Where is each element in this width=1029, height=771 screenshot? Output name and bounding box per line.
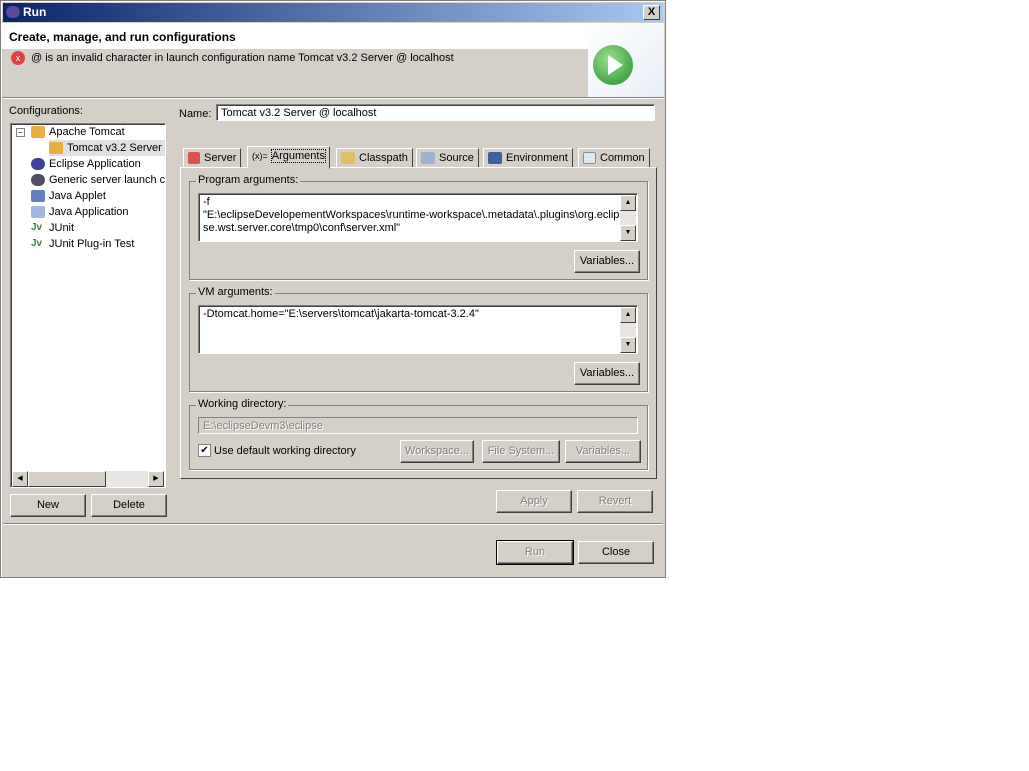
close-button[interactable]: Close: [578, 541, 654, 564]
use-default-label[interactable]: Use default working directory: [214, 445, 356, 457]
scroll-right-button[interactable]: ▶: [148, 471, 164, 487]
error-message: @ is an invalid character in launch conf…: [31, 52, 454, 64]
server-tab-icon: [188, 152, 200, 165]
scroll-up-button[interactable]: ▲: [620, 195, 636, 211]
collapse-icon[interactable]: −: [16, 128, 25, 137]
workspace-button[interactable]: Workspace...: [400, 440, 474, 463]
tree-item-tomcat-server[interactable]: Tomcat v3.2 Server @ localhost: [49, 140, 165, 156]
revert-button[interactable]: Revert: [577, 490, 653, 513]
program-arguments-textarea[interactable]: -f "E:\eclipseDevelopementWorkspaces\run…: [198, 193, 638, 242]
run-banner-image: [588, 23, 664, 97]
vm-variables-button[interactable]: Variables...: [574, 362, 640, 385]
tree-item-java-applet[interactable]: Java Applet: [31, 188, 106, 204]
vm-arguments-label: VM arguments:: [196, 286, 275, 298]
scroll-up-button[interactable]: ▲: [620, 307, 636, 323]
tab-label: Source: [439, 152, 474, 164]
text-line: -f: [203, 196, 210, 208]
program-arguments-label: Program arguments:: [196, 174, 301, 186]
server-icon: [31, 174, 45, 187]
dialog-header: Create, manage, and run configurations: [2, 23, 664, 49]
tab-label: Server: [204, 152, 237, 164]
variable-icon: (x)=: [252, 151, 268, 161]
horizontal-scrollbar[interactable]: ◀ ▶: [12, 471, 164, 487]
name-label: Name:: [179, 108, 212, 120]
junit-icon: Jv: [31, 222, 43, 234]
tree-label: Apache Tomcat: [49, 126, 125, 138]
tree-item-apache-tomcat[interactable]: Apache Tomcat: [31, 124, 125, 140]
scroll-down-button[interactable]: ▼: [620, 225, 636, 241]
configurations-label: Configurations:: [9, 105, 83, 117]
program-variables-button[interactable]: Variables...: [574, 250, 640, 273]
configurations-tree[interactable]: − Apache Tomcat Tomcat v3.2 Server @ loc…: [10, 123, 166, 488]
tomcat-icon: [49, 142, 63, 155]
tree-label: JUnit: [49, 222, 75, 234]
error-icon: x: [11, 51, 25, 65]
scroll-thumb[interactable]: [28, 471, 106, 487]
tab-common[interactable]: Common: [578, 148, 650, 168]
header-title: Create, manage, and run configurations: [9, 30, 236, 44]
vm-arguments-textarea[interactable]: -Dtomcat.home="E:\servers\tomcat\jakarta…: [198, 305, 638, 354]
workdir-variables-button[interactable]: Variables...: [565, 440, 641, 463]
java-app-icon: [31, 206, 45, 219]
common-icon: [583, 152, 596, 165]
tree-label: Java Applet: [49, 190, 106, 202]
delete-button[interactable]: Delete: [91, 494, 167, 517]
new-button[interactable]: New: [10, 494, 86, 517]
tree-label: Tomcat v3.2 Server @ localhost: [67, 142, 165, 154]
window-title: Run: [23, 5, 47, 19]
tree-item-generic-server[interactable]: Generic server launch configuration: [31, 172, 166, 188]
tomcat-icon: [31, 126, 45, 139]
tree-label: Generic server launch configuration: [49, 174, 166, 186]
name-input[interactable]: Tomcat v3.2 Server @ localhost: [216, 104, 655, 121]
close-window-button[interactable]: X: [643, 5, 660, 20]
file-system-button[interactable]: File System...: [482, 440, 560, 463]
message-area: x @ is an invalid character in launch co…: [2, 49, 588, 97]
scroll-down-button[interactable]: ▼: [620, 337, 636, 353]
tree-item-java-application[interactable]: Java Application: [31, 204, 129, 220]
text-line: "E:\eclipseDevelopementWorkspaces\runtim…: [203, 209, 620, 221]
tree-item-junit[interactable]: Jv JUnit: [31, 220, 74, 236]
tree-item-eclipse-application[interactable]: Eclipse Application: [31, 156, 141, 172]
junit-plugin-icon: Jv: [31, 238, 43, 250]
working-directory-input[interactable]: E:\eclipseDevm3\eclipse: [198, 417, 638, 434]
text-line: -Dtomcat.home="E:\servers\tomcat\jakarta…: [203, 308, 479, 320]
tree-label: JUnit Plug-in Test: [49, 238, 135, 250]
tree-label: Java Application: [49, 206, 129, 218]
tab-label: Arguments: [270, 149, 326, 163]
tree-label: Eclipse Application: [49, 158, 141, 170]
text-line: se.wst.server.core\tmp0\conf\server.xml": [203, 222, 401, 234]
eclipse-icon: [31, 158, 45, 171]
scroll-left-button[interactable]: ◀: [12, 471, 28, 487]
tab-label: Common: [600, 152, 645, 164]
eclipse-icon: [6, 6, 20, 18]
play-icon: [593, 45, 633, 85]
tab-environment[interactable]: Environment: [483, 148, 573, 168]
source-icon: [421, 152, 435, 165]
classpath-icon: [341, 152, 355, 165]
applet-icon: [31, 190, 45, 203]
tab-classpath[interactable]: Classpath: [336, 148, 413, 168]
tab-label: Classpath: [359, 152, 408, 164]
tree-item-junit-plugin[interactable]: Jv JUnit Plug-in Test: [31, 236, 134, 252]
environment-icon: [488, 152, 502, 165]
tab-arguments[interactable]: (x)= Arguments: [247, 146, 330, 169]
working-directory-label: Working directory:: [196, 398, 289, 410]
use-default-checkbox[interactable]: ✔: [198, 444, 211, 457]
vertical-scrollbar[interactable]: ▲ ▼: [620, 307, 636, 353]
tab-source[interactable]: Source: [416, 148, 479, 168]
apply-button[interactable]: Apply: [496, 490, 572, 513]
run-button[interactable]: Run: [496, 540, 574, 565]
tab-server[interactable]: Server: [183, 148, 242, 168]
vertical-scrollbar[interactable]: ▲ ▼: [620, 195, 636, 241]
title-bar[interactable]: Run X: [3, 3, 663, 22]
run-dialog: Run X Create, manage, and run configurat…: [0, 0, 666, 578]
tab-label: Environment: [506, 152, 568, 164]
